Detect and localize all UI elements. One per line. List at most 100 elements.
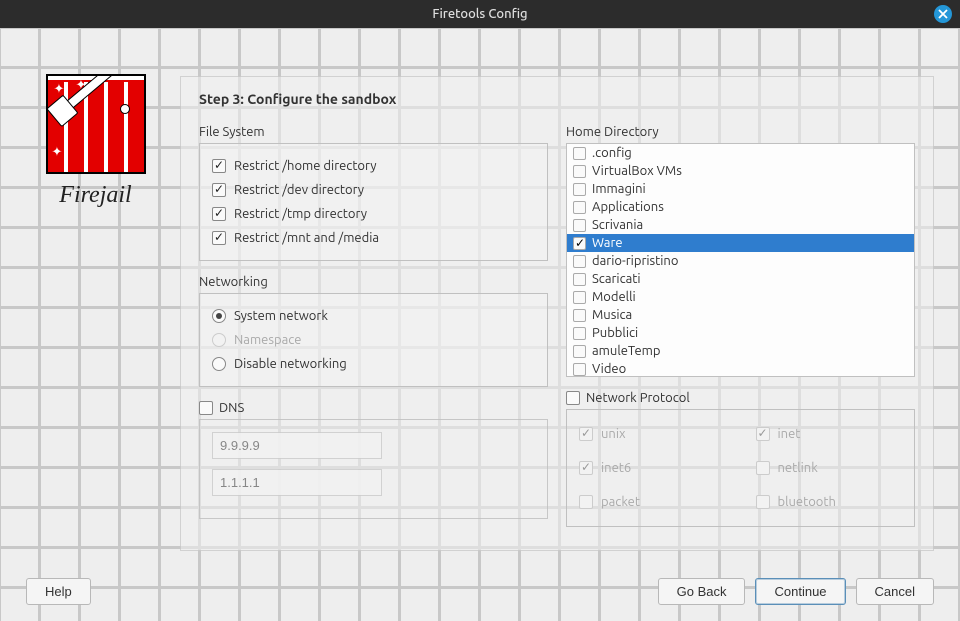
filesystem-option-label: Restrict /home directory: [234, 159, 377, 173]
homedir-item-checkbox[interactable]: [573, 147, 586, 160]
filesystem-checkbox[interactable]: [212, 159, 226, 173]
homedir-item[interactable]: Pubblici: [567, 324, 914, 342]
homedir-listbox[interactable]: .configVirtualBox VMs Immagini Application…: [566, 143, 915, 377]
homedir-label: Home Directory: [566, 125, 915, 139]
filesystem-checkbox[interactable]: [212, 231, 226, 245]
homedir-item-checkbox[interactable]: [573, 327, 586, 340]
close-icon: [938, 9, 948, 19]
help-button[interactable]: Help: [26, 578, 91, 605]
homedir-item-label: Pubblici: [592, 325, 638, 341]
homedir-item-checkbox[interactable]: [573, 291, 586, 304]
homedir-item[interactable]: Applications: [567, 198, 914, 216]
homedir-item-label: VirtualBox VMs: [592, 163, 682, 179]
netproto-option: inet6: [579, 456, 726, 480]
netproto-option: netlink: [756, 456, 903, 480]
netproto-option: inet: [756, 422, 903, 446]
homedir-item-label: Modelli: [592, 289, 636, 305]
homedir-item-label: Ware: [592, 235, 623, 251]
networking-radio[interactable]: [212, 309, 226, 323]
goback-button[interactable]: Go Back: [658, 578, 746, 605]
homedir-item-checkbox[interactable]: [573, 219, 586, 232]
filesystem-option-label: Restrict /dev directory: [234, 183, 364, 197]
homedir-item[interactable]: dario-ripristino: [567, 252, 914, 270]
networking-option-label: System network: [234, 309, 328, 323]
networking-option-label: Disable networking: [234, 357, 347, 371]
logo-caption: Firejail: [38, 182, 153, 209]
netproto-enable-checkbox[interactable]: [566, 391, 580, 405]
netproto-option: bluetooth: [756, 490, 903, 514]
filesystem-label: File System: [199, 125, 548, 139]
netproto-option-label: unix: [601, 427, 626, 441]
netproto-option-label: bluetooth: [778, 495, 836, 509]
homedir-item-checkbox[interactable]: [573, 165, 586, 178]
homedir-item[interactable]: Scrivania: [567, 216, 914, 234]
homedir-item-label: amuleTemp: [592, 343, 661, 359]
netproto-option: unix: [579, 422, 726, 446]
dns-group: [199, 419, 548, 519]
homedir-item-label: Scaricati: [592, 271, 641, 287]
homedir-item-checkbox[interactable]: [573, 255, 586, 268]
netproto-option-label: packet: [601, 495, 640, 509]
homedir-item[interactable]: Ware: [567, 234, 914, 252]
continue-button[interactable]: Continue: [755, 578, 845, 605]
filesystem-option[interactable]: Restrict /dev directory: [212, 178, 535, 202]
netproto-checkbox: [579, 461, 593, 475]
networking-option[interactable]: System network: [212, 304, 535, 328]
netproto-group: unix inet inet6 netlink packet bluetooth: [566, 409, 915, 527]
homedir-item-label: Immagini: [592, 181, 646, 197]
filesystem-option[interactable]: Restrict /home directory: [212, 154, 535, 178]
filesystem-option-label: Restrict /mnt and /media: [234, 231, 379, 245]
content-area: ✦✦✦ Firejail Step 3: Configure the sandb…: [0, 28, 960, 621]
cancel-button[interactable]: Cancel: [856, 578, 934, 605]
homedir-item[interactable]: Scaricati: [567, 270, 914, 288]
homedir-item[interactable]: Musica: [567, 306, 914, 324]
homedir-item-checkbox[interactable]: [573, 237, 586, 250]
homedir-item-label: Applications: [592, 199, 664, 215]
networking-label: Networking: [199, 275, 548, 289]
filesystem-option[interactable]: Restrict /mnt and /media: [212, 226, 535, 250]
networking-radio[interactable]: [212, 357, 226, 371]
homedir-item[interactable]: VirtualBox VMs: [567, 162, 914, 180]
close-button[interactable]: [934, 5, 952, 23]
homedir-item-checkbox[interactable]: [573, 183, 586, 196]
netproto-option-label: inet: [778, 427, 801, 441]
networking-radio: [212, 333, 226, 347]
filesystem-checkbox[interactable]: [212, 207, 226, 221]
homedir-item[interactable]: .config: [567, 144, 914, 162]
homedir-item-label: Scrivania: [592, 217, 643, 233]
dns-input-1[interactable]: [212, 432, 382, 459]
homedir-item-label: dario-ripristino: [592, 253, 678, 269]
homedir-item[interactable]: Modelli: [567, 288, 914, 306]
filesystem-option-label: Restrict /tmp directory: [234, 207, 367, 221]
window-title: Firetools Config: [432, 7, 527, 21]
filesystem-option[interactable]: Restrict /tmp directory: [212, 202, 535, 226]
filesystem-group: Restrict /home directory Restrict /dev di…: [199, 143, 548, 261]
homedir-item-checkbox[interactable]: [573, 201, 586, 214]
homedir-item-checkbox[interactable]: [573, 363, 586, 376]
netproto-checkbox: [579, 427, 593, 441]
dns-enable-checkbox[interactable]: [199, 401, 213, 415]
netproto-label: Network Protocol: [586, 391, 690, 405]
homedir-item-checkbox[interactable]: [573, 273, 586, 286]
dns-label: DNS: [219, 401, 244, 415]
homedir-item-checkbox[interactable]: [573, 309, 586, 322]
homedir-item[interactable]: amuleTemp: [567, 342, 914, 360]
netproto-checkbox: [756, 427, 770, 441]
step-title: Step 3: Configure the sandbox: [199, 91, 915, 107]
logo-area: ✦✦✦ Firejail: [38, 74, 153, 209]
networking-option: Namespace: [212, 328, 535, 352]
homedir-item[interactable]: Immagini: [567, 180, 914, 198]
homedir-item[interactable]: Video: [567, 360, 914, 377]
networking-option[interactable]: Disable networking: [212, 352, 535, 376]
netproto-checkbox: [756, 495, 770, 509]
firejail-logo-icon: ✦✦✦: [46, 74, 146, 174]
homedir-item-checkbox[interactable]: [573, 345, 586, 358]
netproto-option-label: netlink: [778, 461, 818, 475]
homedir-item-label: Video: [592, 361, 626, 377]
dns-input-2[interactable]: [212, 469, 382, 496]
netproto-checkbox: [756, 461, 770, 475]
filesystem-checkbox[interactable]: [212, 183, 226, 197]
homedir-item-label: Musica: [592, 307, 632, 323]
button-row: Help Go Back Continue Cancel: [0, 578, 960, 605]
config-panel: Step 3: Configure the sandbox File Syste…: [180, 76, 934, 551]
